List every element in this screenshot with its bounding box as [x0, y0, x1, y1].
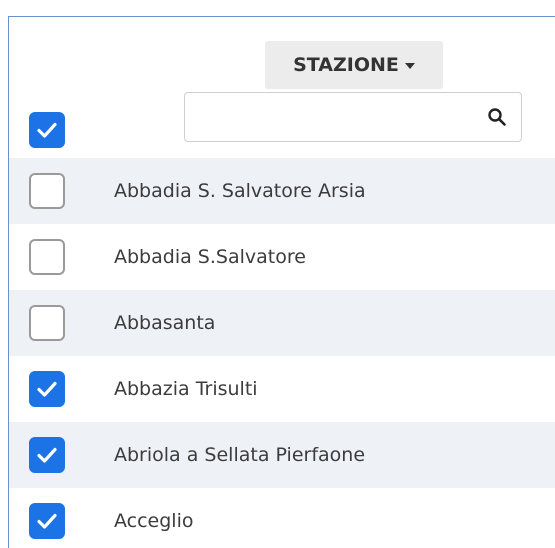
- station-checkbox[interactable]: [29, 503, 65, 539]
- stazione-header-label: STAZIONE: [293, 54, 399, 76]
- caret-down-icon: [404, 63, 415, 69]
- station-row[interactable]: Abbazia Trisulti: [9, 356, 555, 422]
- station-label: Abbasanta: [114, 312, 216, 334]
- station-row[interactable]: Abbasanta: [9, 290, 555, 356]
- search-icon[interactable]: [487, 107, 507, 127]
- station-checkbox[interactable]: [29, 173, 65, 209]
- checkmark-icon: [37, 381, 57, 397]
- station-row[interactable]: Acceglio: [9, 488, 555, 548]
- station-row[interactable]: Abbadia S.Salvatore: [9, 224, 555, 290]
- station-list: Abbadia S. Salvatore Arsia Abbadia S.Sal…: [9, 158, 555, 548]
- station-label: Abbazia Trisulti: [114, 378, 258, 400]
- station-search-input[interactable]: [185, 93, 465, 141]
- station-label: Acceglio: [114, 510, 194, 532]
- station-row[interactable]: Abbadia S. Salvatore Arsia: [9, 158, 555, 224]
- checkmark-icon: [37, 122, 57, 138]
- station-label: Abbadia S.Salvatore: [114, 246, 306, 268]
- station-filter-panel: STAZIONE Abbadia S. Salvatore Arsia Abba…: [8, 16, 555, 548]
- station-row[interactable]: Abriola a Sellata Pierfaone: [9, 422, 555, 488]
- checkmark-icon: [37, 513, 57, 529]
- station-search-box: [184, 92, 522, 142]
- stazione-sort-button[interactable]: STAZIONE: [265, 41, 443, 89]
- select-all-checkbox[interactable]: [29, 112, 65, 148]
- station-checkbox[interactable]: [29, 239, 65, 275]
- station-checkbox[interactable]: [29, 371, 65, 407]
- station-checkbox[interactable]: [29, 437, 65, 473]
- station-label: Abbadia S. Salvatore Arsia: [114, 180, 366, 202]
- checkmark-icon: [37, 447, 57, 463]
- station-label: Abriola a Sellata Pierfaone: [114, 444, 366, 466]
- station-checkbox[interactable]: [29, 305, 65, 341]
